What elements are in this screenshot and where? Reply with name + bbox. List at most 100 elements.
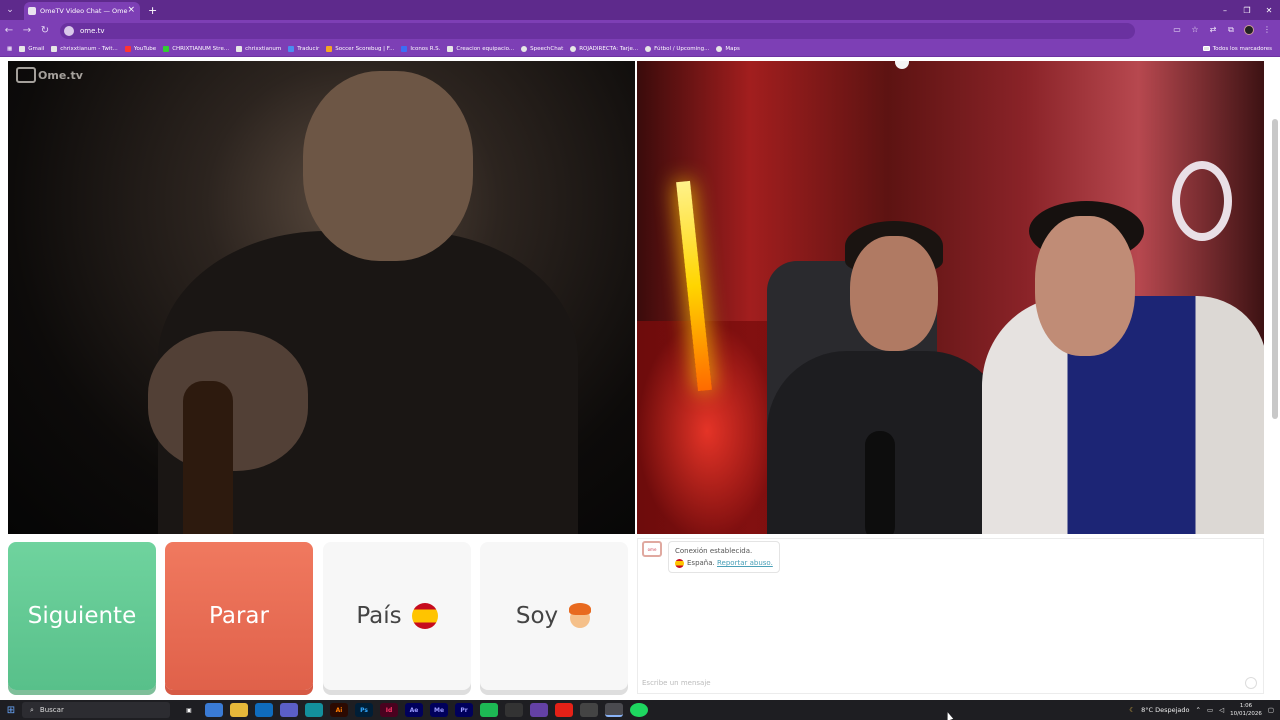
tray-overflow-icon[interactable]: ⌃ — [1196, 706, 1201, 714]
taskbar-apps: ▣ Ai Ps Id Ae Me Pr — [180, 703, 648, 717]
microphone — [865, 431, 895, 534]
taskbar-search[interactable]: ⌕ Buscar — [22, 702, 170, 718]
cast-icon[interactable]: ▭ — [1170, 25, 1184, 37]
bookmark-item[interactable]: ROJADIRECTA: Tarje... — [570, 45, 638, 52]
youtube-app-icon[interactable] — [555, 703, 573, 717]
system-message: Conexión establecida. España. Reportar a… — [668, 541, 780, 573]
all-bookmarks-folder[interactable]: Todos los marcadores — [1202, 46, 1272, 52]
new-tab-button[interactable]: + — [148, 4, 157, 17]
bottle — [183, 381, 233, 534]
country-button[interactable]: País — [323, 542, 471, 690]
camera-indicator — [895, 61, 909, 69]
reload-icon[interactable]: ↻ — [36, 20, 54, 41]
ometv-favicon-icon — [28, 7, 36, 15]
notifications-icon[interactable]: ▢ — [1268, 706, 1274, 714]
chat-panel: ome Conexión establecida. España. Report… — [637, 538, 1264, 694]
tab-search-icon[interactable]: ⌄ — [0, 0, 20, 20]
spain-flag-icon — [411, 603, 438, 629]
bookmark-item[interactable]: YouTube — [124, 45, 156, 52]
windows-start-icon[interactable]: ⊞ — [0, 705, 22, 716]
bookmark-item[interactable]: Soccer Scorebug | F... — [326, 45, 394, 52]
bookmark-item[interactable]: Gmail — [19, 45, 44, 52]
after-effects-icon[interactable]: Ae — [405, 703, 423, 717]
browser-tab[interactable]: OmeTV Video Chat — Ome × — [24, 2, 140, 20]
ometv-page: Ome.tv Siguiente Parar País Soy ome Cone… — [0, 58, 1280, 700]
stranger-video: Ome.tv — [8, 61, 635, 534]
bookmark-item[interactable]: Iconos R.S. — [401, 45, 440, 52]
ometv-chat-logo-icon: ome — [642, 541, 662, 557]
spotify-icon[interactable] — [630, 703, 648, 717]
network-icon[interactable]: ▭ — [1207, 706, 1213, 714]
person-right-head — [1035, 216, 1135, 356]
menu-icon[interactable]: ⋮ — [1260, 25, 1274, 37]
page-scrollbar[interactable] — [1272, 119, 1278, 419]
photoshop-icon[interactable]: Ps — [355, 703, 373, 717]
stop-button[interactable]: Parar — [165, 542, 313, 690]
screen: { "browser": { "tab_title": "OmeTV Video… — [0, 0, 1280, 720]
edge-icon[interactable] — [305, 703, 323, 717]
bookmark-item[interactable]: Fútbol / Upcoming... — [645, 45, 709, 52]
store-icon[interactable] — [205, 703, 223, 717]
connection-status: Conexión establecida. — [675, 547, 753, 555]
volume-icon[interactable]: ◁ — [1219, 706, 1224, 714]
green-app-icon[interactable] — [480, 703, 498, 717]
back-icon[interactable]: ← — [0, 20, 18, 41]
url-text: ome.tv — [80, 26, 105, 35]
next-button[interactable]: Siguiente — [8, 542, 156, 690]
maximize-icon[interactable]: ❐ — [1236, 0, 1258, 20]
forward-icon[interactable]: → — [18, 20, 36, 41]
person-left-head — [850, 236, 938, 351]
profile-avatar[interactable] — [1242, 24, 1256, 37]
teams-icon[interactable] — [280, 703, 298, 717]
windows-taskbar: ⊞ ⌕ Buscar ▣ Ai Ps Id Ae Me Pr ☾ 8°C Desp… — [0, 700, 1280, 720]
bookmark-item[interactable]: Creacion equipacio... — [447, 45, 514, 52]
ometv-logo: Ome.tv — [16, 67, 83, 83]
toolbar-icons: ▭ ☆ ⇄ ⧉ ⋮ — [1170, 24, 1274, 37]
chrome-icon[interactable] — [605, 703, 623, 717]
task-view-icon[interactable]: ▣ — [180, 703, 198, 717]
bookmark-star-icon[interactable]: ☆ — [1188, 25, 1202, 37]
partner-country: España. — [687, 559, 715, 567]
toolbar: ← → ↻ ome.tv ▭ ☆ ⇄ ⧉ ⋮ — [0, 20, 1280, 41]
obs-icon[interactable] — [505, 703, 523, 717]
bookmark-item[interactable]: Traducir — [288, 45, 319, 52]
bookmarks-bar: ▦ Gmail chrixxtianum - Twit... YouTube C… — [0, 41, 1280, 57]
person-head — [303, 71, 473, 261]
ring-light — [1172, 161, 1232, 241]
weather-text[interactable]: 8°C Despejado — [1141, 706, 1189, 714]
tab-title: OmeTV Video Chat — Ome — [40, 7, 128, 15]
illustrator-icon[interactable]: Ai — [330, 703, 348, 717]
translate-icon[interactable]: ⇄ — [1206, 25, 1220, 37]
apps-grid-icon[interactable]: ▦ — [7, 46, 12, 52]
search-icon: ⌕ — [30, 705, 34, 714]
window-close-icon[interactable]: ✕ — [1258, 0, 1280, 20]
premiere-icon[interactable]: Pr — [455, 703, 473, 717]
bookmark-item[interactable]: SpeechChat — [521, 45, 563, 52]
file-explorer-icon[interactable] — [230, 703, 248, 717]
bookmark-item[interactable]: chrixxtianum — [236, 45, 281, 52]
site-info-icon[interactable] — [64, 25, 74, 36]
report-abuse-link[interactable]: Reportar abuso. — [717, 559, 773, 567]
media-encoder-icon[interactable]: Me — [430, 703, 448, 717]
clock[interactable]: 1:06 10/01/2026 — [1230, 702, 1262, 718]
gender-button[interactable]: Soy — [480, 542, 628, 690]
self-video — [637, 61, 1264, 534]
message-input[interactable]: Escribe un mensaje — [642, 679, 711, 687]
spain-flag-icon — [675, 558, 684, 568]
close-icon[interactable]: × — [127, 5, 135, 15]
indesign-icon[interactable]: Id — [380, 703, 398, 717]
generic-app-icon[interactable] — [580, 703, 598, 717]
boy-emoji-icon — [568, 603, 592, 629]
outlook-icon[interactable] — [255, 703, 273, 717]
extensions-icon[interactable]: ⧉ — [1224, 25, 1238, 37]
twitch-app-icon[interactable] — [530, 703, 548, 717]
emoji-icon[interactable] — [1245, 677, 1257, 689]
moon-weather-icon: ☾ — [1129, 706, 1136, 714]
bookmark-item[interactable]: Maps — [716, 45, 740, 52]
bookmark-item[interactable]: chrixxtianum - Twit... — [51, 45, 118, 52]
bookmark-item[interactable]: CHRIXTIANUM Stre... — [163, 45, 229, 52]
window-controls: – ❐ ✕ — [1214, 0, 1280, 20]
tab-strip: ⌄ OmeTV Video Chat — Ome × + – ❐ ✕ — [0, 0, 1280, 20]
minimize-icon[interactable]: – — [1214, 0, 1236, 20]
address-bar[interactable]: ome.tv — [60, 22, 1135, 39]
